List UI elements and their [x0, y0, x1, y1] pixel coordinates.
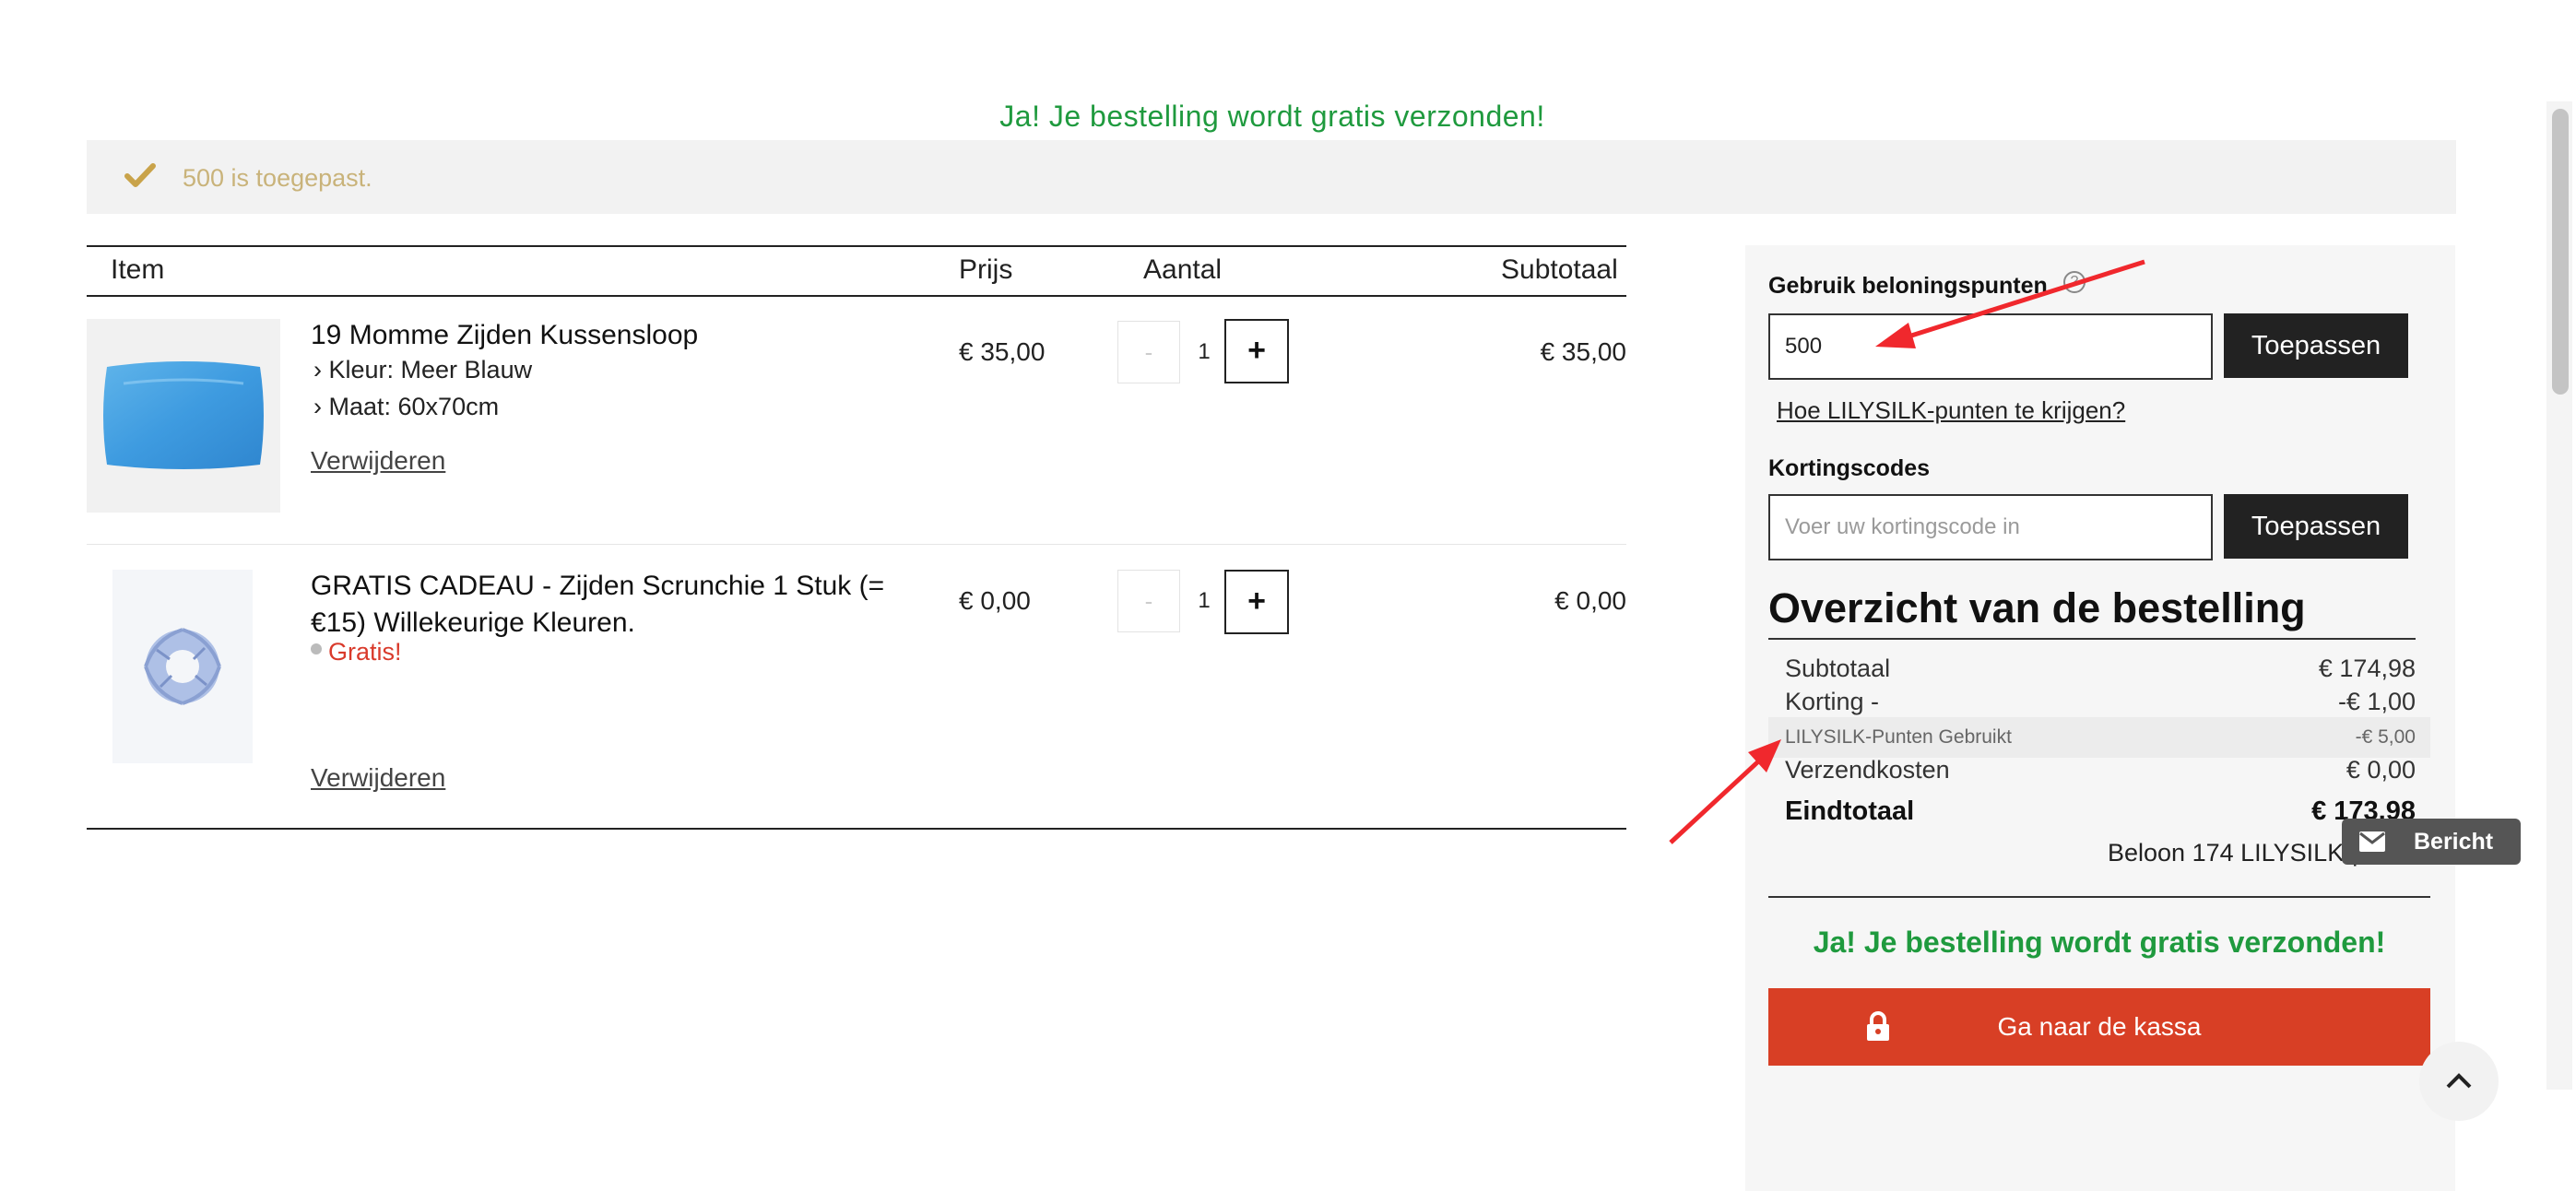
- annotation-arrow-points: [1875, 259, 2145, 348]
- annotation-arrow-summary: [1669, 739, 1781, 844]
- annotation-arrows: [1669, 259, 2145, 844]
